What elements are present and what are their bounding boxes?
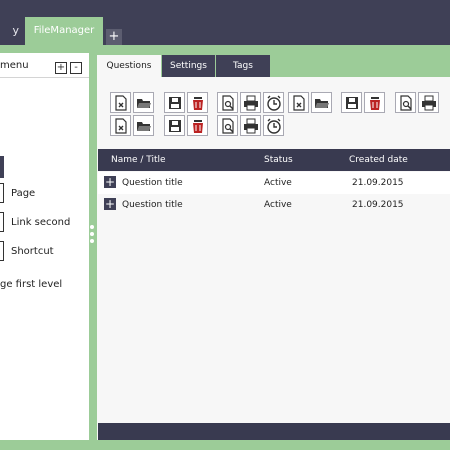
delete-icon: [370, 97, 380, 110]
print-button-3[interactable]: [240, 115, 261, 136]
row-created-date: 21.09.2015: [352, 178, 404, 188]
column-header-created-date[interactable]: Created date: [349, 149, 408, 171]
save-icon: [169, 120, 181, 132]
preview-button-2[interactable]: [395, 92, 416, 113]
add-menu-item-button[interactable]: +: [55, 62, 67, 74]
row-status: Active: [264, 200, 292, 210]
save-button-3[interactable]: [164, 115, 185, 136]
menu-title: menu: [0, 60, 29, 71]
preview-icon: [222, 118, 234, 134]
expand-row-button[interactable]: +: [104, 176, 116, 188]
preview-button-3[interactable]: [217, 115, 238, 136]
new-file-icon: [293, 95, 305, 111]
new-file-button[interactable]: [110, 92, 131, 113]
new-file-button-2[interactable]: [288, 92, 309, 113]
print-icon: [422, 95, 436, 111]
menu-header: menu + -: [0, 56, 89, 78]
tree-item-page[interactable]: Page: [11, 188, 35, 199]
add-tab-button[interactable]: +: [106, 29, 122, 45]
tree-node-link-second[interactable]: [0, 212, 4, 232]
open-folder-icon: [315, 99, 329, 108]
new-file-icon: [115, 118, 127, 134]
open-folder-icon: [137, 122, 151, 131]
schedule-icon: [267, 118, 281, 134]
tree-item-first-level[interactable]: ge first level: [0, 279, 62, 290]
print-button[interactable]: [240, 92, 261, 113]
tree-node-shortcut[interactable]: [0, 241, 4, 261]
open-folder-button-3[interactable]: [133, 115, 154, 136]
save-button[interactable]: [164, 92, 185, 113]
row-created-date: 21.09.2015: [352, 200, 404, 210]
delete-icon: [193, 97, 203, 110]
tree-selected-marker[interactable]: [0, 156, 4, 178]
open-folder-button-2[interactable]: [311, 92, 332, 113]
preview-icon: [222, 95, 234, 111]
preview-button[interactable]: [217, 92, 238, 113]
tab-gallery-label: y: [12, 24, 19, 37]
row-title: Question title: [122, 178, 183, 188]
print-button-2[interactable]: [418, 92, 439, 113]
menu-panel: menu + - Page Link second Shortcut ge fi…: [0, 53, 89, 440]
panel-splitter[interactable]: [89, 225, 95, 245]
expand-row-button[interactable]: +: [104, 198, 116, 210]
delete-icon: [193, 120, 203, 133]
tab-filemanager[interactable]: FileManager: [25, 17, 103, 47]
tab-tags[interactable]: Tags: [216, 55, 270, 77]
delete-button-3[interactable]: [187, 115, 208, 136]
table-header: Name / Title Status Created date: [98, 149, 450, 171]
tab-settings[interactable]: Settings: [162, 55, 215, 77]
row-status: Active: [264, 178, 292, 188]
table-row[interactable]: + Question title Active 21.09.2015: [98, 172, 450, 194]
save-icon: [169, 97, 181, 109]
delete-button[interactable]: [187, 92, 208, 113]
tree-item-shortcut[interactable]: Shortcut: [11, 246, 54, 257]
remove-menu-item-button[interactable]: -: [70, 62, 82, 74]
column-header-status[interactable]: Status: [264, 149, 293, 171]
tab-gallery[interactable]: y: [0, 17, 25, 45]
tab-questions[interactable]: Questions: [97, 55, 161, 77]
print-icon: [244, 118, 258, 134]
column-header-title[interactable]: Name / Title: [111, 149, 166, 171]
delete-button-2[interactable]: [364, 92, 385, 113]
open-folder-button[interactable]: [133, 92, 154, 113]
save-icon: [346, 97, 358, 109]
save-button-2[interactable]: [341, 92, 362, 113]
print-icon: [244, 95, 258, 111]
open-folder-icon: [137, 99, 151, 108]
schedule-icon: [267, 95, 281, 111]
row-title: Question title: [122, 200, 183, 210]
schedule-button[interactable]: [263, 92, 284, 113]
footer-bar: [98, 423, 450, 440]
schedule-button-2[interactable]: [263, 115, 284, 136]
preview-icon: [400, 95, 412, 111]
tree-item-link-second[interactable]: Link second: [11, 217, 70, 228]
new-file-button-3[interactable]: [110, 115, 131, 136]
tree-node-page[interactable]: [0, 183, 4, 203]
table-row[interactable]: + Question title Active 21.09.2015: [98, 194, 450, 216]
new-file-icon: [115, 95, 127, 111]
